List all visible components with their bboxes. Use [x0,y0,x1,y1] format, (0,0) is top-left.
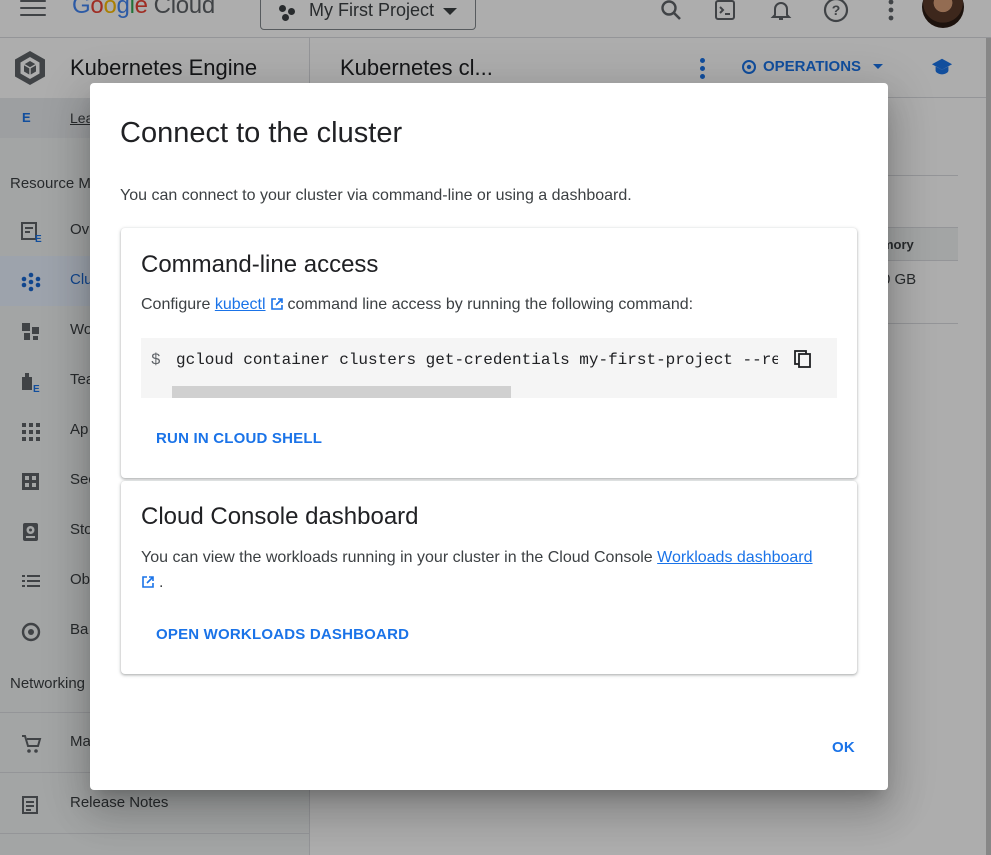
dialog-title: Connect to the cluster [120,117,403,149]
command-line-card: Command-line access Configure kubectl com… [121,228,857,478]
open-workloads-dashboard-button[interactable]: OPEN WORKLOADS DASHBOARD [156,626,409,643]
open-in-new-icon [270,298,283,310]
workloads-dashboard-link[interactable]: Workloads dashboard [657,549,812,566]
text-after: command line access by running the follo… [287,296,694,313]
command-text[interactable]: gcloud container clusters get-credential… [176,351,778,369]
text-before: Configure [141,296,211,313]
kubectl-link[interactable]: kubectl [215,296,266,313]
card-text: Configure kubectl command line access by … [141,292,693,317]
text-before: You can view the workloads running in yo… [141,549,653,566]
text-after: . [159,574,164,591]
open-in-new-icon [142,576,154,588]
horizontal-scrollbar[interactable] [172,386,511,398]
card-title: Cloud Console dashboard [141,503,419,530]
card-text: You can view the workloads running in yo… [141,545,831,595]
dialog-description: You can connect to your cluster via comm… [120,187,632,204]
code-block[interactable]: $ gcloud container clusters get-credenti… [141,338,837,398]
connect-dialog: Connect to the cluster You can connect t… [90,83,888,790]
card-title: Command-line access [141,251,379,278]
code-prompt: $ [151,351,161,369]
dashboard-card: Cloud Console dashboard You can view the… [121,481,857,674]
ok-button[interactable]: OK [832,739,855,756]
copy-icon[interactable] [793,349,813,369]
run-in-cloud-shell-button[interactable]: RUN IN CLOUD SHELL [156,430,322,447]
